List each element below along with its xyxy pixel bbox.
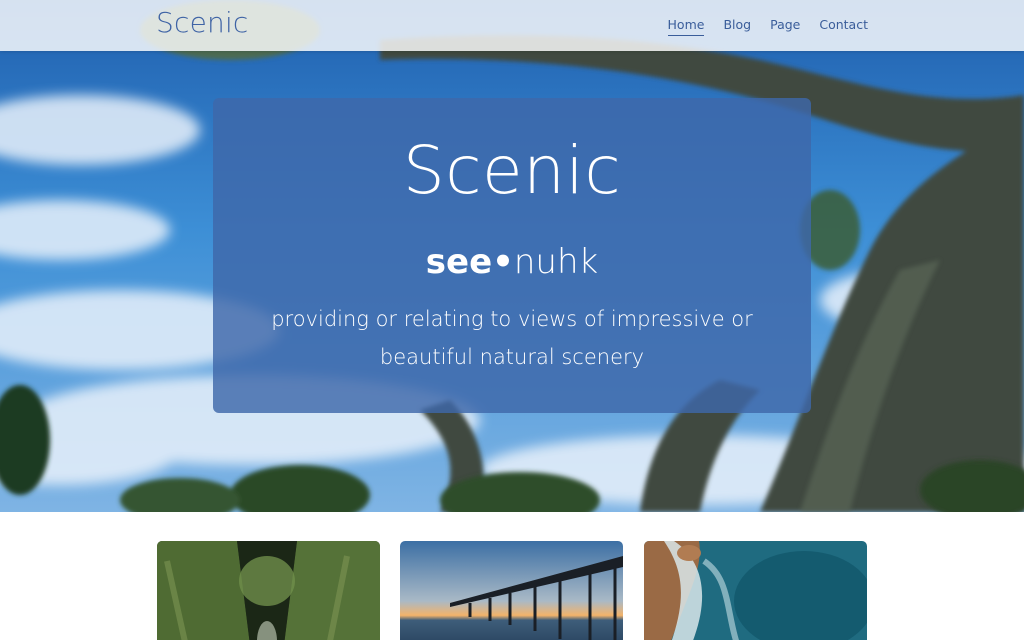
- top-navbar: Scenic Home Blog Page Contact: [0, 0, 1024, 51]
- hero-definition-text: providing or relating to views of impres…: [271, 307, 753, 369]
- phonetic-stressed-syllable: see: [425, 242, 493, 282]
- ocean-coast-image: [644, 541, 867, 640]
- hero-phonetic: see•nuhk: [213, 245, 811, 279]
- nav-link-blog[interactable]: Blog: [723, 17, 751, 36]
- page: Scenic Home Blog Page Contact Scenic see…: [0, 0, 1024, 640]
- forest-gorge-image: [157, 541, 380, 640]
- phonetic-unstressed-syllable: nuhk: [513, 242, 599, 282]
- nav-link-page[interactable]: Page: [770, 17, 800, 36]
- phonetic-separator: •: [492, 242, 514, 282]
- image-cards-row: [157, 541, 867, 640]
- card-image-pier-sunset[interactable]: [400, 541, 623, 640]
- hero-section: Scenic Home Blog Page Contact Scenic see…: [0, 0, 1024, 512]
- hero-definition-card: Scenic see•nuhk providing or relating to…: [213, 98, 811, 413]
- hero-title: Scenic: [402, 132, 622, 209]
- nav-link-home[interactable]: Home: [667, 17, 705, 36]
- nav-link-contact[interactable]: Contact: [819, 17, 868, 36]
- main-nav: Home Blog Page Contact: [667, 17, 868, 36]
- card-image-ocean-coast[interactable]: [644, 541, 867, 640]
- pier-sunset-image: [400, 541, 623, 640]
- brand-logo-link[interactable]: Scenic: [156, 6, 249, 39]
- card-image-forest-gorge[interactable]: [157, 541, 380, 640]
